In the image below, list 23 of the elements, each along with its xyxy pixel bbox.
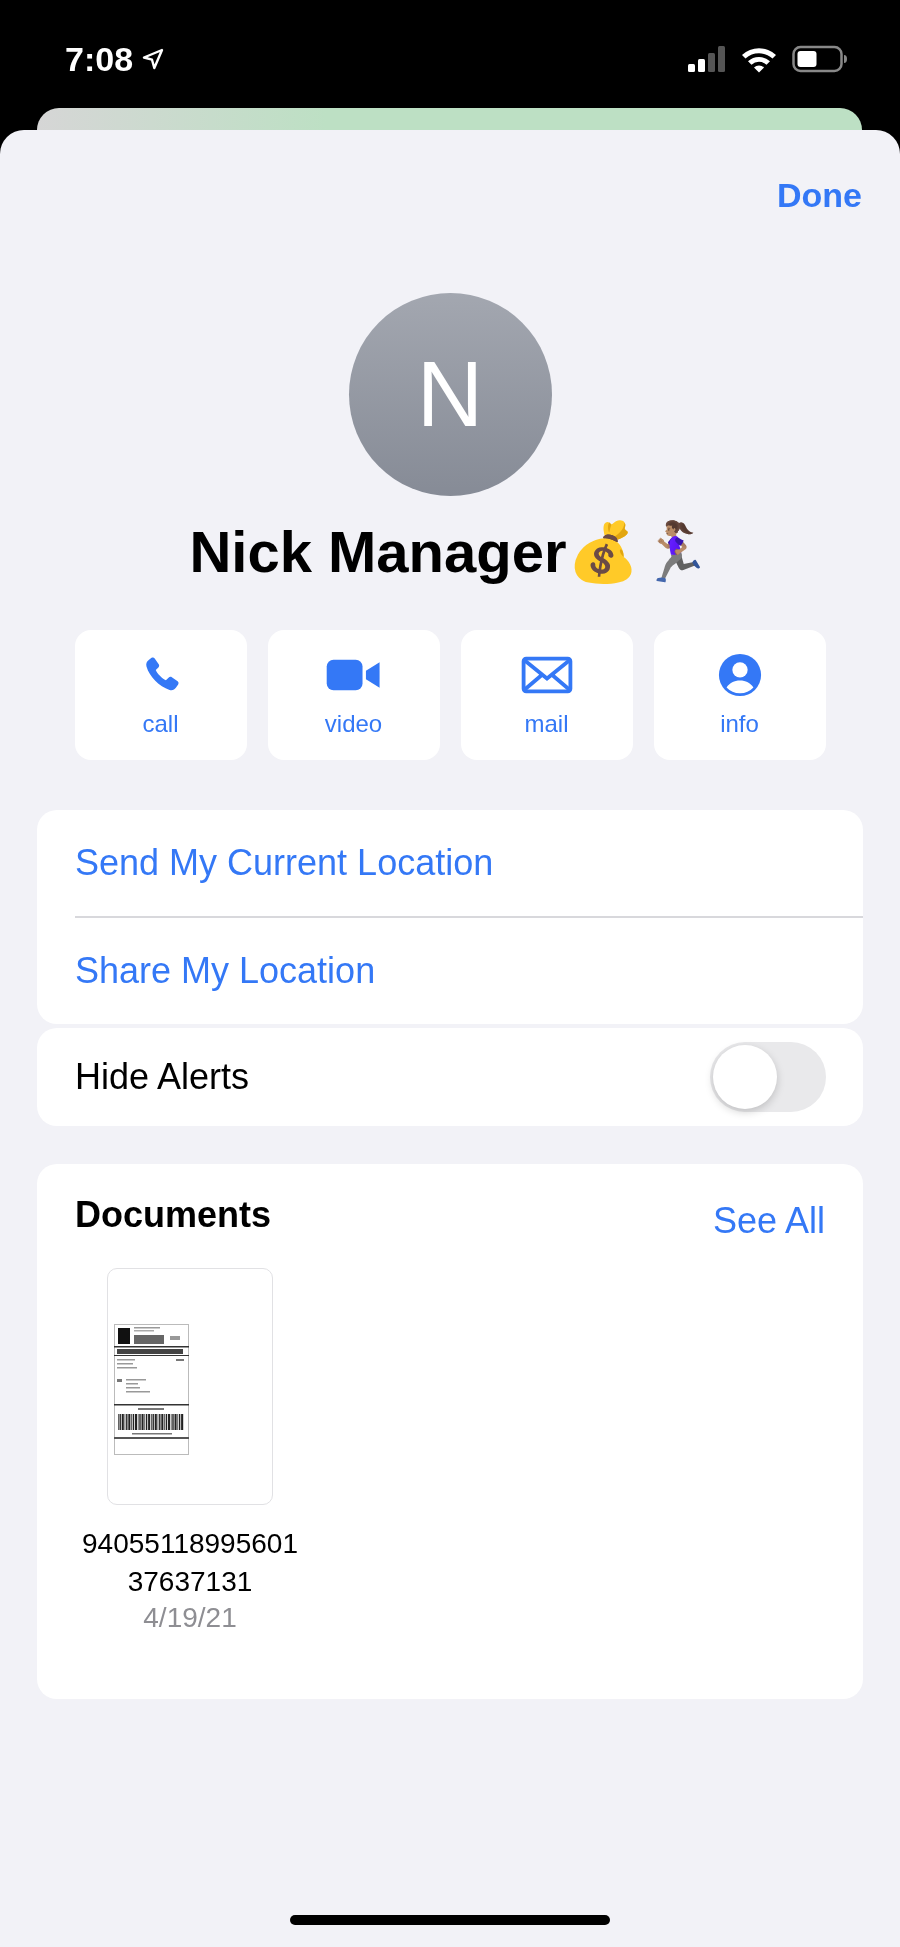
location-arrow-icon [141,47,166,71]
wifi-icon [740,45,778,73]
done-button[interactable]: Done [777,176,862,215]
call-button[interactable]: call [74,630,247,760]
hide-alerts-label: Hide Alerts [75,1055,251,1098]
contact-name: Nick Manager💰🏃🏽‍♀ [188,518,712,586]
see-all-link[interactable]: See All [712,1199,825,1242]
document-name: 9405511899560137637131 [81,1526,299,1599]
location-option[interactable]: Send My Current Location [37,810,863,916]
person-icon [716,652,763,698]
toggle-switch[interactable] [710,1041,826,1112]
info-button[interactable]: info [653,630,826,760]
clock-time: 7:08 [65,39,134,79]
document-date: 4/19/21 [143,1600,237,1635]
mail-button[interactable]: mail [460,630,633,760]
battery-icon [792,45,848,73]
section-title: Documents [75,1193,272,1236]
video-button[interactable]: video [267,630,440,760]
envelope-icon [520,654,573,696]
signal-icon [688,45,726,73]
document-thumbnail[interactable] [107,1267,273,1505]
avatar: N [348,293,552,496]
location-option[interactable]: Share My Location [37,917,863,1024]
